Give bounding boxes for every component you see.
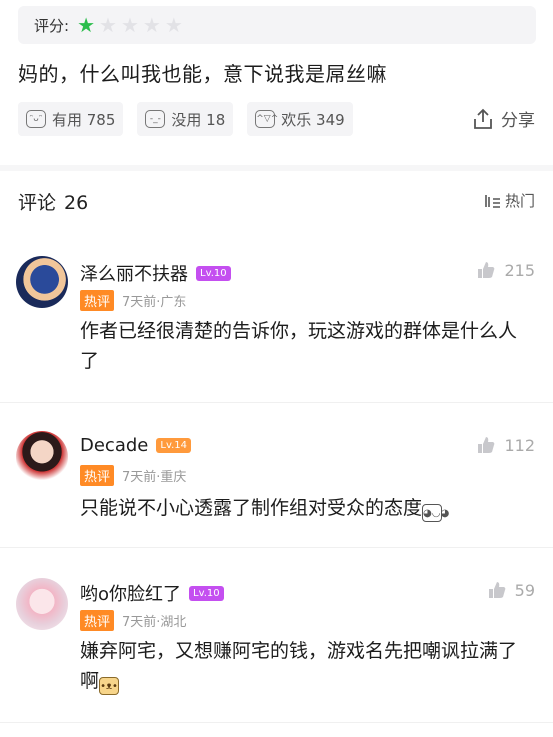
comment-divider bbox=[0, 402, 553, 403]
rating-stars: ★ ★ ★ ★ ★ bbox=[77, 15, 183, 35]
funny-label: 欢乐 349 bbox=[281, 110, 345, 129]
comment-author[interactable]: Decade Lv.14 bbox=[80, 435, 191, 456]
level-badge: Lv.14 bbox=[156, 438, 191, 453]
comment-text: 只能说不小心透露了制作组对受众的态度◕◡◕ bbox=[80, 493, 530, 523]
useful-button[interactable]: ᵔᴗᵔ 有用 785 bbox=[18, 102, 124, 136]
comment-text-content: 只能说不小心透露了制作组对受众的态度 bbox=[80, 497, 423, 519]
comments-header: 评论 26 bbox=[18, 188, 88, 215]
like-button[interactable]: 59 bbox=[487, 580, 535, 600]
useless-label: 没用 18 bbox=[171, 110, 226, 129]
funny-face-icon: ^▽^ bbox=[255, 110, 278, 128]
comments-title: 评论 bbox=[18, 192, 57, 214]
comment-item: 泽么丽不扶器 Lv.10 热评 7天前·广东 作者已经很清楚的告诉你，玩这游戏的… bbox=[0, 250, 553, 400]
hot-comment-tag: 热评 bbox=[80, 610, 115, 631]
like-count: 59 bbox=[514, 580, 535, 600]
comment-text: 作者已经很清楚的告诉你，玩这游戏的群体是什么人了 bbox=[80, 320, 518, 372]
thumb-up-icon bbox=[478, 262, 495, 278]
like-count: 112 bbox=[504, 435, 535, 455]
thumb-up-icon bbox=[478, 437, 495, 453]
author-name: 哟o你脸红了 bbox=[80, 584, 182, 605]
useless-button[interactable]: -_- 没用 18 bbox=[137, 102, 234, 136]
useful-face-icon: ᵔᴗᵔ bbox=[26, 110, 46, 128]
comment-time-location: 7天前·重庆 bbox=[122, 470, 187, 485]
funny-button[interactable]: ^▽^ 欢乐 349 bbox=[247, 102, 353, 136]
star-icon: ★ bbox=[142, 13, 161, 37]
sort-label: 热门 bbox=[504, 192, 535, 210]
star-icon: ★ bbox=[120, 13, 139, 37]
review-text: 妈的，什么叫我也能，意下说我是屌丝嘛 bbox=[18, 62, 387, 86]
star-icon: ★ bbox=[164, 13, 183, 37]
hot-comment-tag: 热评 bbox=[80, 465, 115, 486]
avatar[interactable] bbox=[16, 431, 68, 483]
comment-meta: 热评 7天前·重庆 bbox=[80, 465, 186, 486]
useful-label: 有用 785 bbox=[52, 110, 116, 129]
share-icon bbox=[474, 108, 492, 129]
comment-author[interactable]: 哟o你脸红了 Lv.10 bbox=[80, 580, 224, 606]
comment-text-content: 嫌弃阿宅，又想赚阿宅的钱，游戏名先把嘲讽拉满了啊 bbox=[80, 640, 518, 692]
star-icon: ★ bbox=[77, 13, 95, 37]
comment-text: 嫌弃阿宅，又想赚阿宅的钱，游戏名先把嘲讽拉满了啊•ᴥ• bbox=[80, 636, 530, 696]
like-count: 215 bbox=[504, 260, 535, 280]
comment-divider bbox=[0, 722, 553, 723]
like-button[interactable]: 215 bbox=[476, 260, 535, 280]
section-divider bbox=[0, 165, 553, 171]
hot-comment-tag: 热评 bbox=[80, 290, 115, 311]
level-badge: Lv.10 bbox=[189, 585, 224, 601]
comment-meta: 热评 7天前·广东 bbox=[80, 290, 186, 311]
comment-divider bbox=[0, 547, 553, 548]
level-badge: Lv.10 bbox=[196, 265, 231, 281]
author-name: Decade bbox=[80, 435, 149, 456]
author-name: 泽么丽不扶器 bbox=[80, 264, 188, 285]
avatar[interactable] bbox=[16, 578, 68, 630]
comment-meta: 热评 7天前·湖北 bbox=[80, 610, 186, 631]
comments-count: 26 bbox=[64, 192, 89, 214]
share-button[interactable]: 分享 bbox=[473, 106, 535, 131]
rating-bar: 评分: ★ ★ ★ ★ ★ bbox=[18, 6, 536, 44]
comment-item: Decade Lv.14 热评 7天前·重庆 只能说不小心透露了制作组对受众的态… bbox=[0, 425, 553, 545]
avatar[interactable] bbox=[16, 256, 68, 308]
comment-author[interactable]: 泽么丽不扶器 Lv.10 bbox=[80, 260, 231, 286]
useless-face-icon: -_- bbox=[145, 110, 166, 128]
like-button[interactable]: 112 bbox=[476, 435, 535, 455]
reaction-bar: ᵔᴗᵔ 有用 785 -_- 没用 18 ^▽^ 欢乐 349 bbox=[18, 102, 353, 136]
comment-time-location: 7天前·湖北 bbox=[122, 615, 187, 630]
sort-toggle[interactable]: 热门 bbox=[483, 190, 535, 211]
share-label: 分享 bbox=[501, 111, 535, 131]
comment-time-location: 7天前·广东 bbox=[122, 295, 187, 310]
sort-icon bbox=[485, 194, 500, 208]
comment-item: 哟o你脸红了 Lv.10 热评 7天前·湖北 嫌弃阿宅，又想赚阿宅的钱，游戏名先… bbox=[0, 570, 553, 720]
rating-label: 评分: bbox=[34, 16, 70, 35]
star-icon: ★ bbox=[99, 13, 117, 37]
thumb-up-icon bbox=[488, 582, 505, 598]
cat-emoji-icon: •ᴥ• bbox=[99, 677, 120, 695]
smirk-emoji-icon: ◕◡◕ bbox=[422, 504, 449, 522]
